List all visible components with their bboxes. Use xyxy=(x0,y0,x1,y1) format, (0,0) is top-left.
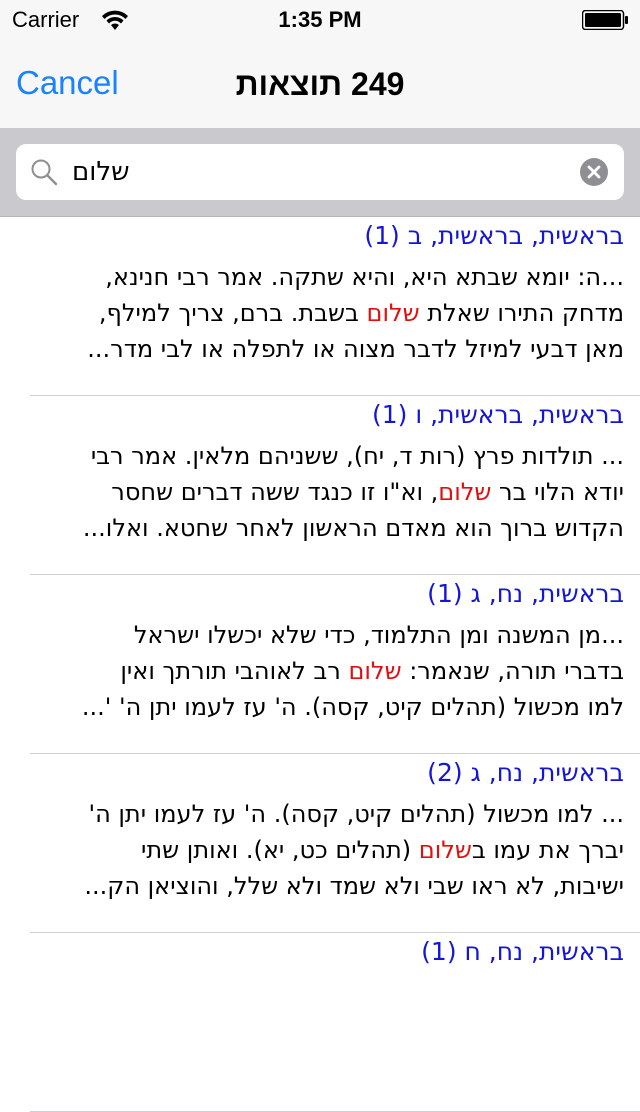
search-bar xyxy=(0,128,640,217)
results-list: בראשית, בראשית, ב (1) ...ה: יומא שבתא היא… xyxy=(0,217,640,1112)
navigation-bar: Cancel 249 תוצאות xyxy=(0,40,640,128)
snippet-line: ... תולדות פרץ (רות ד, יח), ששניהם מלאין… xyxy=(90,442,624,470)
snippet-line: ... למו מכשול (תהלים קיט, קסה). ה' עז לע… xyxy=(88,800,624,828)
result-item[interactable]: בראשית, נח, ג (2) ... למו מכשול (תהלים קי… xyxy=(0,754,640,933)
status-bar: Carrier 1:35 PM xyxy=(0,0,640,40)
result-title: בראשית, נח, ג (2) xyxy=(427,758,624,787)
search-icon xyxy=(31,159,58,186)
clock: 1:35 PM xyxy=(278,7,362,32)
result-item[interactable]: בראשית, בראשית, ב (1) ...ה: יומא שבתא היא… xyxy=(0,217,640,396)
snippet-line: מאן דבעי למיזל לדבר מצוה או לתפלה או לבי… xyxy=(87,335,624,363)
page-title: 249 תוצאות xyxy=(235,66,405,102)
highlighted-term: שלום xyxy=(348,657,402,685)
highlighted-term: שלום xyxy=(438,478,492,506)
highlighted-term: שלום xyxy=(418,836,472,864)
result-title: בראשית, בראשית, ו (1) xyxy=(372,400,624,429)
search-input[interactable] xyxy=(72,144,562,200)
snippet-line: בדברי תורה, שנאמר: שלום רב לאוהבי תורתך … xyxy=(120,657,624,685)
clear-icon[interactable] xyxy=(580,158,608,186)
snippet-line: למו מכשול (תהלים קיט, קסה). ה' עז לעמו י… xyxy=(81,693,624,721)
snippet-line: יברך את עמו בשלום (תהלים כט, יא). ואותן … xyxy=(141,836,624,864)
search-field[interactable] xyxy=(16,144,624,200)
result-snippet: ... למו מכשול (תהלים קיט, קסה). ה' עז לע… xyxy=(14,796,624,904)
snippet-line: ...מן המשנה ומן התלמוד, כדי שלא יכשלו יש… xyxy=(133,621,624,649)
highlighted-term: שלום xyxy=(366,299,420,327)
result-snippet: ...ה: יומא שבתא היא, והיא שתקה. אמר רבי … xyxy=(14,259,624,367)
result-snippet: ... תולדות פרץ (רות ד, יח), ששניהם מלאין… xyxy=(14,438,624,546)
result-title: בראשית, נח, ג (1) xyxy=(427,579,624,608)
snippet-line: ישיבות, לא ראו שבי ולא שמד ולא שלל, והוצ… xyxy=(84,872,624,900)
result-title: בראשית, בראשית, ב (1) xyxy=(364,221,624,250)
result-snippet: ...מן המשנה ומן התלמוד, כדי שלא יכשלו יש… xyxy=(14,617,624,725)
result-item[interactable]: בראשית, נח, ג (1) ...מן המשנה ומן התלמוד,… xyxy=(0,575,640,754)
snippet-line: ...ה: יומא שבתא היא, והיא שתקה. אמר רבי … xyxy=(105,263,624,291)
result-item[interactable]: בראשית, בראשית, ו (1) ... תולדות פרץ (רות… xyxy=(0,396,640,575)
snippet-line: יודא הלוי בר שלום, וא"ו זו כנגד ששה דברי… xyxy=(111,478,624,506)
snippet-line: הקדוש ברוך הוא מאדם הראשון לאחר שחטא. וא… xyxy=(82,514,624,542)
battery-icon xyxy=(582,10,628,30)
result-title: בראשית, נח, ח (1) xyxy=(421,937,624,966)
snippet-line: מדחק התירו שאלת שלום בשבת. ברם, צריך למי… xyxy=(98,299,624,327)
